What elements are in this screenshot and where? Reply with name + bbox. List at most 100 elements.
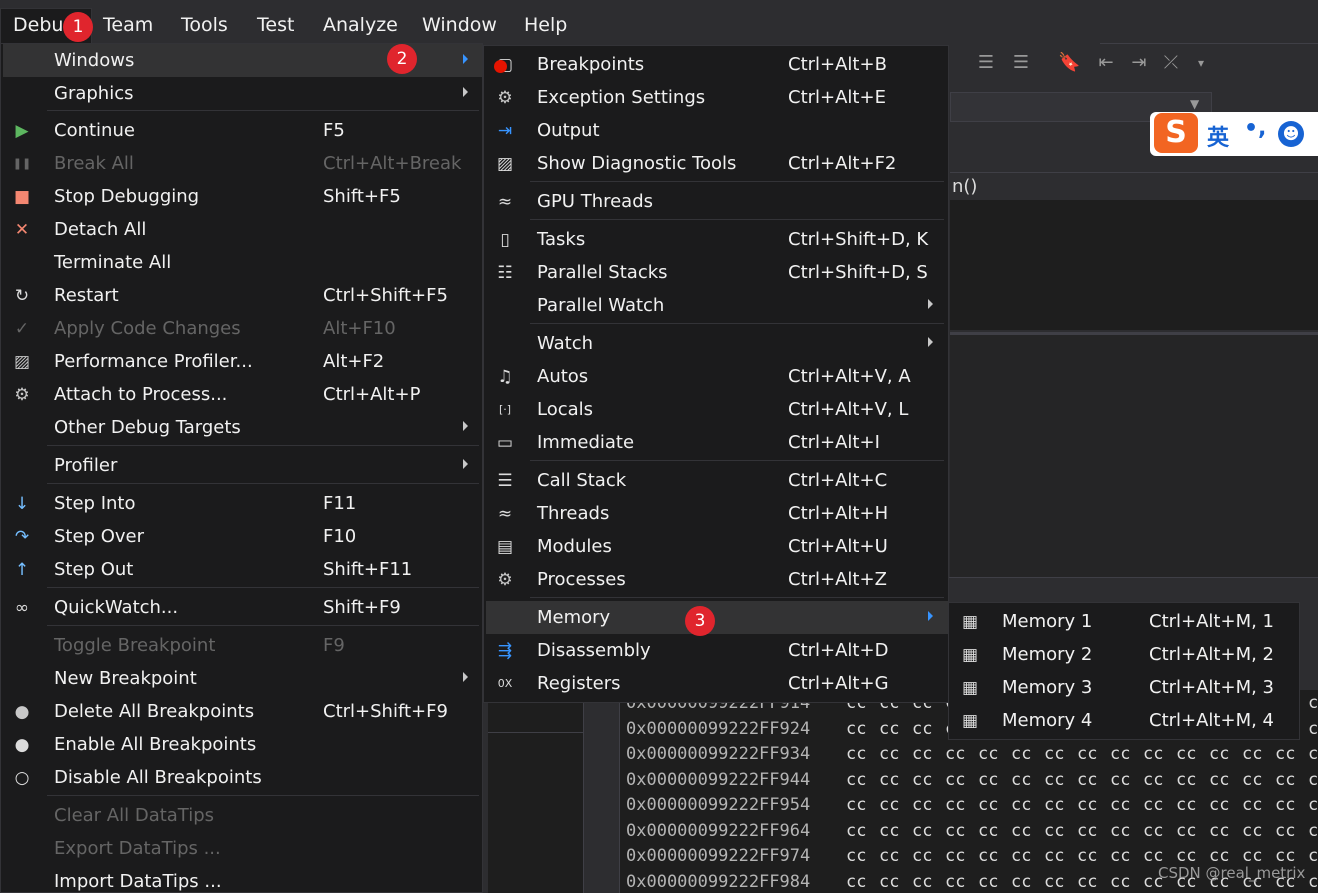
memory-byte[interactable]: cc: [978, 795, 1011, 815]
memory-byte[interactable]: cc: [1110, 795, 1143, 815]
memory-byte[interactable]: cc: [1176, 795, 1209, 815]
memory-byte[interactable]: cc: [1110, 846, 1143, 866]
memory-byte[interactable]: cc: [879, 770, 912, 790]
memory-byte[interactable]: cc: [1275, 846, 1308, 866]
debug-menu-item-import-datatips[interactable]: Import DataTips ...: [3, 865, 482, 893]
memory-byte[interactable]: cc: [1308, 744, 1318, 764]
debug-menu-item-new-breakpoint[interactable]: New Breakpoint: [3, 662, 482, 695]
memory-byte[interactable]: cc: [879, 872, 912, 892]
memory-byte[interactable]: cc: [879, 795, 912, 815]
windows-menu-item-parallel-stacks[interactable]: ☷ Parallel Stacks Ctrl+Shift+D, S: [486, 256, 948, 289]
memory-byte[interactable]: cc: [912, 872, 945, 892]
memory-byte[interactable]: cc: [1242, 846, 1275, 866]
memory-row[interactable]: 0x00000099222FF964 cc cc cc cc cc cc cc cc cc cc cc…: [626, 821, 1318, 846]
memory-byte[interactable]: cc: [1143, 795, 1176, 815]
memory-byte[interactable]: cc: [1176, 846, 1209, 866]
memory-byte[interactable]: cc: [879, 744, 912, 764]
memory-row[interactable]: 0x00000099222FF944 cc cc cc cc cc cc cc cc cc cc cc…: [626, 770, 1318, 795]
memory-row[interactable]: 0x00000099222FF954 cc cc cc cc cc cc cc cc cc cc cc…: [626, 795, 1318, 820]
memory-byte[interactable]: cc: [1044, 821, 1077, 841]
windows-menu-item-watch[interactable]: Watch: [486, 327, 948, 360]
windows-menu-item-exception-settings[interactable]: ⚙ Exception Settings Ctrl+Alt+E: [486, 81, 948, 114]
memory-byte[interactable]: cc: [912, 795, 945, 815]
memory-byte[interactable]: cc: [945, 821, 978, 841]
memory-byte[interactable]: cc: [945, 795, 978, 815]
memory-byte[interactable]: cc: [945, 744, 978, 764]
memory-byte[interactable]: cc: [1077, 846, 1110, 866]
debug-menu-item-stop-debugging[interactable]: ■ Stop Debugging Shift+F5: [3, 180, 482, 213]
windows-menu-item-threads[interactable]: ≈ Threads Ctrl+Alt+H: [486, 497, 948, 530]
memory-byte[interactable]: cc: [1011, 770, 1044, 790]
menu-analyze[interactable]: Analyze: [323, 14, 398, 36]
debug-menu-item-performance-profiler[interactable]: ▨ Performance Profiler... Alt+F2: [3, 345, 482, 378]
memory-byte[interactable]: cc: [1209, 795, 1242, 815]
memory-row[interactable]: 0x00000099222FF934 cc cc cc cc cc cc cc cc cc cc cc…: [626, 744, 1318, 769]
debug-menu-item-apply-code-changes[interactable]: ✓ Apply Code Changes Alt+F10: [3, 312, 482, 345]
windows-menu-item-call-stack[interactable]: ☰ Call Stack Ctrl+Alt+C: [486, 464, 948, 497]
memory-byte[interactable]: cc: [1011, 744, 1044, 764]
windows-menu-item-breakpoints[interactable]: ▢BreakpointsCtrl+Alt+B: [486, 48, 948, 81]
debug-menu-item-export-datatips[interactable]: Export DataTips ...: [3, 832, 482, 865]
debug-menu-item-step-into[interactable]: ↓ Step Into F11: [3, 487, 482, 520]
memory-byte[interactable]: cc: [1242, 744, 1275, 764]
windows-menu-item-disassembly[interactable]: ⇶ Disassembly Ctrl+Alt+D: [486, 634, 948, 667]
code-editor[interactable]: [950, 200, 1318, 330]
debug-menu-item-profiler[interactable]: Profiler: [3, 449, 482, 482]
memory-byte[interactable]: cc: [1308, 795, 1318, 815]
debug-menu-item-enable-all-breakpoints[interactable]: ● Enable All Breakpoints: [3, 728, 482, 761]
memory-byte[interactable]: cc: [1209, 846, 1242, 866]
memory-byte[interactable]: cc: [846, 872, 879, 892]
debug-menu-item-clear-all-datatips[interactable]: Clear All DataTips: [3, 799, 482, 832]
memory-byte[interactable]: cc: [912, 719, 945, 739]
debug-menu-item-disable-all-breakpoints[interactable]: ○ Disable All Breakpoints: [3, 761, 482, 794]
memory-byte[interactable]: cc: [1110, 770, 1143, 790]
memory-byte[interactable]: cc: [1275, 821, 1308, 841]
menu-team[interactable]: Team: [103, 14, 153, 36]
debug-menu-item-step-out[interactable]: ↑ Step Out Shift+F11: [3, 553, 482, 586]
memory-byte[interactable]: cc: [846, 846, 879, 866]
memory-byte[interactable]: cc: [1110, 744, 1143, 764]
memory-byte[interactable]: cc: [846, 821, 879, 841]
windows-menu-item-immediate[interactable]: ▭ Immediate Ctrl+Alt+I: [486, 426, 948, 459]
memory-byte[interactable]: cc: [945, 846, 978, 866]
memory-byte[interactable]: cc: [1143, 744, 1176, 764]
memory-scrollbar[interactable]: [586, 700, 620, 893]
memory-byte[interactable]: cc: [1176, 744, 1209, 764]
ime-emoji-icon[interactable]: ☻: [1278, 121, 1304, 147]
memory-byte[interactable]: cc: [1044, 795, 1077, 815]
memory-byte[interactable]: cc: [879, 821, 912, 841]
memory-byte[interactable]: cc: [1143, 770, 1176, 790]
next-bookmark-icon[interactable]: ⇥: [1128, 52, 1150, 74]
memory-menu-item-memory-1[interactable]: ▦ Memory 1 Ctrl+Alt+M, 1: [951, 605, 1299, 638]
memory-byte[interactable]: cc: [1275, 795, 1308, 815]
debug-menu-item-continue[interactable]: ▶ Continue F5: [3, 114, 482, 147]
debug-menu-item-terminate-all[interactable]: Terminate All: [3, 246, 482, 279]
debug-menu-item-quickwatch[interactable]: ∞ QuickWatch... Shift+F9: [3, 591, 482, 624]
memory-byte[interactable]: cc: [1011, 872, 1044, 892]
windows-menu-item-locals[interactable]: [·] Locals Ctrl+Alt+V, L: [486, 393, 948, 426]
memory-byte[interactable]: cc: [912, 770, 945, 790]
memory-byte[interactable]: cc: [978, 744, 1011, 764]
memory-byte[interactable]: cc: [1242, 795, 1275, 815]
memory-byte[interactable]: cc: [1308, 719, 1318, 739]
windows-menu-item-output[interactable]: ⇥ Output: [486, 114, 948, 147]
memory-byte[interactable]: cc: [1077, 770, 1110, 790]
ime-logo-icon[interactable]: S: [1154, 113, 1198, 153]
prev-bookmark-icon[interactable]: ⇤: [1095, 52, 1117, 74]
toolbar-overflow-icon[interactable]: ▾: [1190, 52, 1212, 74]
memory-byte[interactable]: cc: [978, 872, 1011, 892]
memory-byte[interactable]: cc: [1275, 770, 1308, 790]
menu-window[interactable]: Window: [422, 14, 497, 36]
memory-byte[interactable]: cc: [1209, 821, 1242, 841]
memory-byte[interactable]: cc: [1077, 872, 1110, 892]
memory-menu-item-memory-4[interactable]: ▦ Memory 4 Ctrl+Alt+M, 4: [951, 704, 1299, 737]
debug-menu-item-toggle-breakpoint[interactable]: Toggle Breakpoint F9: [3, 629, 482, 662]
memory-byte[interactable]: cc: [1044, 872, 1077, 892]
memory-byte[interactable]: cc: [978, 770, 1011, 790]
memory-byte[interactable]: cc: [1110, 821, 1143, 841]
memory-byte[interactable]: cc: [978, 846, 1011, 866]
clear-bookmarks-icon[interactable]: ⤫: [1160, 52, 1182, 74]
memory-byte[interactable]: cc: [1308, 872, 1318, 892]
memory-byte[interactable]: cc: [879, 719, 912, 739]
memory-byte[interactable]: cc: [1308, 846, 1318, 866]
